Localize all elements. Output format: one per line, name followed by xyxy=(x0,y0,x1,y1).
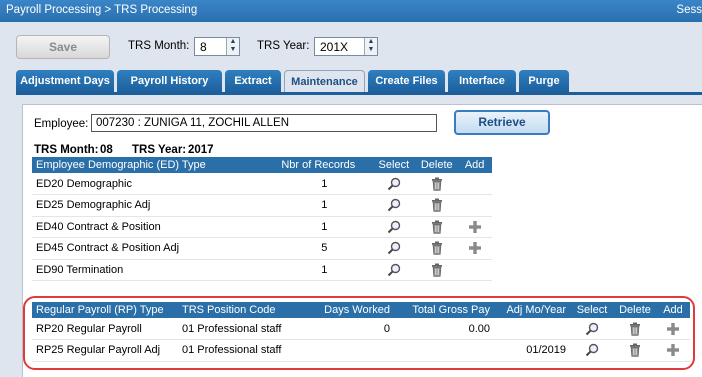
magnifier-icon[interactable] xyxy=(387,241,401,255)
trs-year-value: 201X xyxy=(320,40,349,54)
ed-type-cell: ED45 Contract & Position Adj xyxy=(32,237,278,260)
tab-purge[interactable]: Purge xyxy=(519,70,569,93)
table-row: ED20 Demographic 1 xyxy=(32,173,492,195)
highlight-box xyxy=(23,296,695,370)
trs-year-spinner[interactable]: 201X ▲ ▼ xyxy=(314,37,378,56)
trs-year-info-label: TRS Year: xyxy=(132,144,187,156)
trs-month-info-label: TRS Month: xyxy=(34,144,99,156)
tab-create-files[interactable]: Create Files xyxy=(368,70,445,93)
col-ed-type: Employee Demographic (ED) Type xyxy=(32,157,278,173)
employee-field[interactable]: 007230 : ZUNIGA 11, ZOCHIL ALLEN xyxy=(91,114,437,132)
table-row: ED40 Contract & Position 1 xyxy=(32,216,492,238)
table-row: ED45 Contract & Position Adj 5 xyxy=(32,237,492,260)
tab-underline xyxy=(16,92,702,95)
ed-type-cell: ED90 Termination xyxy=(32,259,278,281)
trs-month-info-value: 08 xyxy=(100,144,113,156)
tab-maintenance[interactable]: Maintenance xyxy=(284,70,365,93)
magnifier-icon[interactable] xyxy=(387,263,401,277)
col-delete: Delete xyxy=(416,157,458,173)
magnifier-icon[interactable] xyxy=(387,198,401,212)
magnifier-icon[interactable] xyxy=(387,177,401,191)
spinner-arrows-icon[interactable]: ▲ ▼ xyxy=(226,38,239,55)
retrieve-button[interactable]: Retrieve xyxy=(454,110,550,135)
add-icon[interactable] xyxy=(468,241,482,255)
ed-table: Employee Demographic (ED) Type Nbr of Re… xyxy=(32,157,492,281)
trash-icon[interactable] xyxy=(430,198,444,212)
ed-table-header: Employee Demographic (ED) Type Nbr of Re… xyxy=(32,157,492,173)
title-bar: Payroll Processing > TRS Processing Sess xyxy=(0,0,702,22)
trash-icon[interactable] xyxy=(430,177,444,191)
tab-payroll-history[interactable]: Payroll History xyxy=(117,70,222,93)
trs-month-value: 8 xyxy=(200,40,207,54)
spinner-arrows-icon[interactable]: ▲ ▼ xyxy=(364,38,377,55)
add-icon[interactable] xyxy=(468,220,482,234)
employee-label: Employee: xyxy=(34,118,89,130)
col-select: Select xyxy=(371,157,417,173)
ed-count-cell: 5 xyxy=(277,237,372,260)
col-nbr-records: Nbr of Records xyxy=(277,157,372,173)
table-row: ED90 Termination 1 xyxy=(32,259,492,281)
tab-extract[interactable]: Extract xyxy=(225,70,281,93)
ed-type-cell: ED25 Demographic Adj xyxy=(32,194,278,217)
ed-count-cell: 1 xyxy=(277,173,372,195)
col-add: Add xyxy=(457,157,492,173)
ed-type-cell: ED40 Contract & Position xyxy=(32,216,278,238)
ed-type-cell: ED20 Demographic xyxy=(32,173,278,195)
save-button[interactable]: Save xyxy=(16,35,110,59)
trs-month-spinner[interactable]: 8 ▲ ▼ xyxy=(194,37,240,56)
tab-interface[interactable]: Interface xyxy=(448,70,516,93)
ed-count-cell: 1 xyxy=(277,259,372,281)
table-row: ED25 Demographic Adj 1 xyxy=(32,194,492,217)
tab-adjustment-days[interactable]: Adjustment Days xyxy=(16,70,114,93)
breadcrumb: Payroll Processing > TRS Processing xyxy=(6,4,198,16)
trs-year-label: TRS Year: xyxy=(257,40,310,52)
ed-count-cell: 1 xyxy=(277,216,372,238)
trs-year-info-value: 2017 xyxy=(188,144,214,156)
trash-icon[interactable] xyxy=(430,263,444,277)
trash-icon[interactable] xyxy=(430,220,444,234)
session-label: Sess xyxy=(676,4,702,16)
trash-icon[interactable] xyxy=(430,241,444,255)
ed-count-cell: 1 xyxy=(277,194,372,217)
trs-month-label: TRS Month: xyxy=(128,40,190,52)
magnifier-icon[interactable] xyxy=(387,220,401,234)
